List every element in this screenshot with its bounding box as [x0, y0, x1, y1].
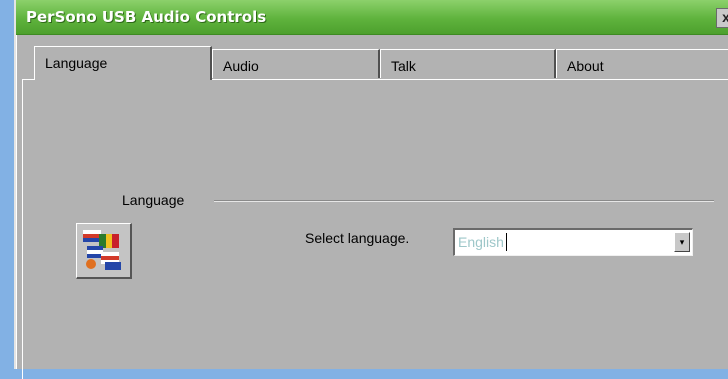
tab-about-label: About: [567, 58, 604, 74]
language-select-value[interactable]: English: [458, 233, 507, 251]
language-group-label: Language: [122, 192, 185, 208]
tab-about[interactable]: About: [556, 49, 728, 78]
group-divider: [214, 200, 714, 202]
tab-talk-label: Talk: [391, 58, 416, 74]
language-select[interactable]: English ▾: [453, 228, 693, 256]
close-button[interactable]: x: [716, 8, 728, 28]
tab-audio[interactable]: Audio: [212, 49, 380, 78]
tab-language[interactable]: Language: [34, 46, 212, 80]
tab-audio-label: Audio: [223, 58, 259, 74]
select-language-label: Select language.: [305, 230, 410, 246]
chevron-down-icon[interactable]: ▾: [674, 232, 690, 252]
tab-language-label: Language: [45, 55, 108, 71]
window-title: PerSono USB Audio Controls: [26, 8, 267, 26]
title-bar[interactable]: PerSono USB Audio Controls x: [16, 0, 728, 35]
tab-strip: Language Audio Talk About: [16, 34, 728, 80]
language-flags-icon: [76, 223, 132, 279]
app-window: PerSono USB Audio Controls x Language Au…: [14, 0, 728, 379]
tab-talk[interactable]: Talk: [380, 49, 556, 78]
